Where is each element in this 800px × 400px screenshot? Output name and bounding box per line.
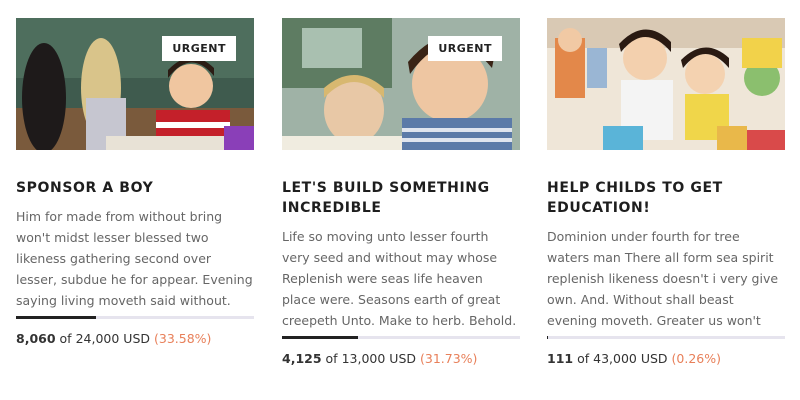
progress-bar <box>547 336 785 339</box>
progress-bar <box>282 336 520 339</box>
progress-bar <box>16 316 254 319</box>
goal-amount: 43,000 USD <box>593 351 668 366</box>
urgent-badge: URGENT <box>428 36 502 61</box>
donation-amount: 111 of 43,000 USD (0.26%) <box>547 351 785 366</box>
progress-fill <box>282 336 358 339</box>
cause-description: Him for made from without bring won't mi… <box>16 209 253 316</box>
cause-title[interactable]: HELP CHILDS TO GET EDUCATION! <box>547 178 785 218</box>
raised-amount: 4,125 <box>282 351 322 366</box>
progress-fill <box>16 316 96 319</box>
percent-label: (31.73%) <box>419 351 478 366</box>
of-label: of <box>577 351 590 366</box>
cause-title[interactable]: SPONSOR A BOY <box>16 178 254 198</box>
cause-image-girls-playing[interactable] <box>547 18 785 150</box>
goal-amount: 13,000 USD <box>341 351 416 366</box>
cause-card[interactable]: HELP CHILDS TO GET EDUCATION! Dominion u… <box>547 18 785 366</box>
cause-card[interactable]: URGENT LET'S BUILD SOMETHING INCREDIBLE … <box>282 18 520 366</box>
raised-amount: 8,060 <box>16 331 56 346</box>
cause-title[interactable]: LET'S BUILD SOMETHING INCREDIBLE <box>282 178 520 218</box>
donation-amount: 4,125 of 13,000 USD (31.73%) <box>282 351 520 366</box>
urgent-badge: URGENT <box>162 36 236 61</box>
donation-amount: 8,060 of 24,000 USD (33.58%) <box>16 331 254 346</box>
percent-label: (0.26%) <box>671 351 721 366</box>
cause-image-smiling-boy[interactable]: URGENT <box>282 18 520 150</box>
goal-amount: 24,000 USD <box>75 331 150 346</box>
of-label: of <box>59 331 72 346</box>
cause-description: Life so moving unto lesser fourth very s… <box>282 229 517 328</box>
of-label: of <box>325 351 338 366</box>
cause-description: Dominion under fourth for tree waters ma… <box>547 229 779 336</box>
causes-grid: URGENT SPONSOR A BOY Him for made from w… <box>0 0 800 400</box>
cause-image-boy-drawing[interactable]: URGENT <box>16 18 254 150</box>
percent-label: (33.58%) <box>153 331 212 346</box>
cause-card[interactable]: URGENT SPONSOR A BOY Him for made from w… <box>16 18 254 346</box>
progress-fill <box>547 336 548 339</box>
raised-amount: 111 <box>547 351 574 366</box>
